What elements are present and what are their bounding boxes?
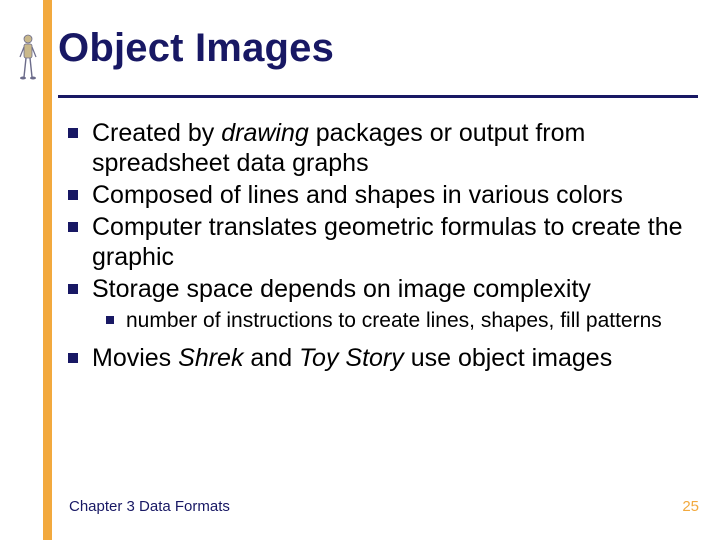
bullet-text: Composed of lines and shapes in various … — [92, 180, 623, 210]
bullet-text: number of instructions to create lines, … — [126, 308, 662, 333]
bullet-text: Storage space depends on image complexit… — [92, 274, 591, 304]
footer-page-number: 25 — [682, 498, 699, 515]
bullet-item: Computer translates geometric formulas t… — [58, 212, 694, 272]
bullet-marker-icon — [68, 284, 78, 294]
bullet-marker-icon — [68, 222, 78, 232]
sub-bullet-item: number of instructions to create lines, … — [58, 308, 694, 333]
bullet-text: Created by drawing packages or output fr… — [92, 118, 694, 178]
bullet-marker-icon — [68, 128, 78, 138]
footer-chapter: Chapter 3 Data Formats — [69, 498, 230, 515]
accent-bar — [43, 0, 52, 540]
bullet-item: Movies Shrek and Toy Story use object im… — [58, 343, 694, 373]
bullet-marker-icon — [106, 316, 114, 324]
bullet-text: Movies Shrek and Toy Story use object im… — [92, 343, 612, 373]
bullet-item: Created by drawing packages or output fr… — [58, 118, 694, 178]
slide-logo-icon — [19, 33, 37, 81]
bullet-item: Composed of lines and shapes in various … — [58, 180, 694, 210]
bullet-text: Computer translates geometric formulas t… — [92, 212, 694, 272]
slide-title: Object Images — [58, 26, 334, 71]
bullet-marker-icon — [68, 353, 78, 363]
title-underline — [58, 95, 698, 98]
bullet-marker-icon — [68, 190, 78, 200]
slide-body: Created by drawing packages or output fr… — [58, 116, 694, 373]
slide: Object Images Created by drawing package… — [0, 0, 720, 540]
bullet-item: Storage space depends on image complexit… — [58, 274, 694, 304]
